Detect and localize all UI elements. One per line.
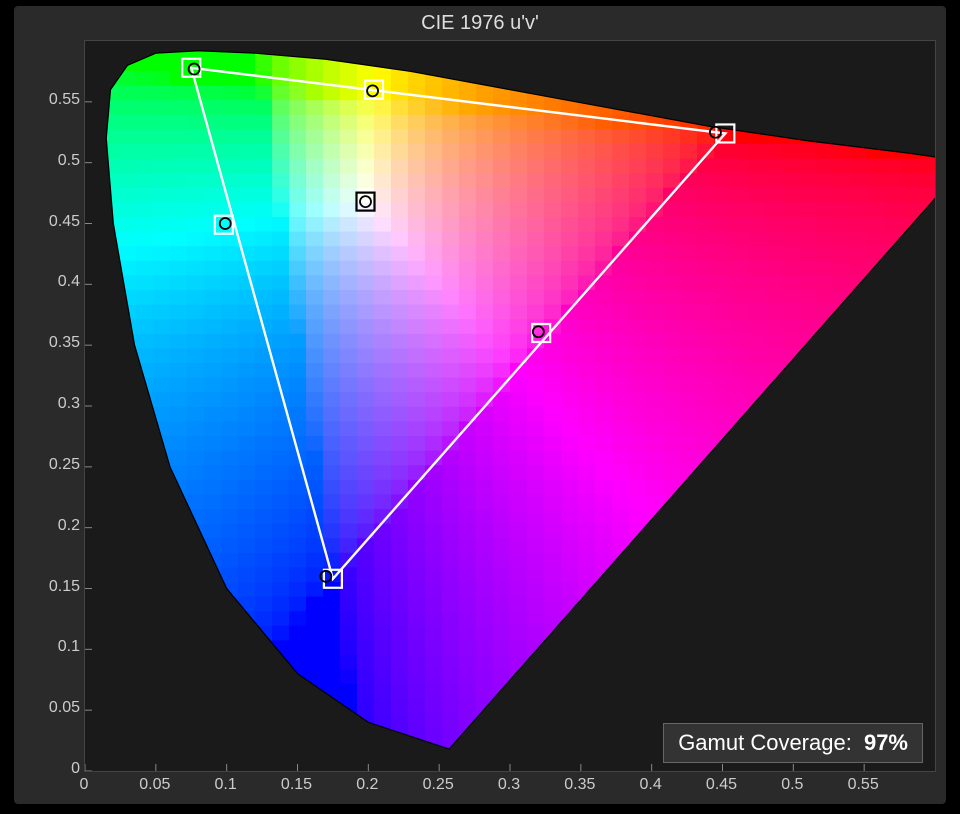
plot-area: Gamut Coverage: 97% xyxy=(84,40,936,772)
x-tick-label: 0.05 xyxy=(125,776,185,794)
spectral-locus-fill xyxy=(85,41,935,771)
y-tick-label: 0.15 xyxy=(30,578,80,596)
x-tick-label: 0.55 xyxy=(833,776,893,794)
y-tick-label: 0.3 xyxy=(30,395,80,413)
y-tick-label: 0.1 xyxy=(30,638,80,656)
y-tick-label: 0.4 xyxy=(30,273,80,291)
y-tick-label: 0.2 xyxy=(30,517,80,535)
gamut-coverage-value: 97% xyxy=(864,730,908,755)
y-tick-label: 0.05 xyxy=(30,699,80,717)
x-tick-label: 0.15 xyxy=(267,776,327,794)
gamut-coverage-label: Gamut Coverage: xyxy=(678,730,852,755)
x-tick-label: 0.3 xyxy=(479,776,539,794)
y-tick-label: 0.35 xyxy=(30,334,80,352)
x-tick-label: 0.2 xyxy=(337,776,397,794)
x-tick-label: 0.1 xyxy=(196,776,256,794)
y-tick-label: 0.25 xyxy=(30,456,80,474)
y-tick-label: 0.55 xyxy=(30,91,80,109)
y-tick-label: 0.5 xyxy=(30,152,80,170)
x-tick-label: 0.25 xyxy=(408,776,468,794)
chart-title: CIE 1976 u'v' xyxy=(14,12,946,35)
x-tick-label: 0.5 xyxy=(762,776,822,794)
panel: CIE 1976 u'v' Gamut Coverage: 97% 0 0.05 0… xyxy=(14,6,946,804)
x-tick-label: 0.4 xyxy=(621,776,681,794)
x-tick-label: 0.45 xyxy=(692,776,752,794)
gamut-coverage-box: Gamut Coverage: 97% xyxy=(663,723,923,763)
x-tick-label: 0 xyxy=(54,776,114,794)
app-container: CIE 1976 u'v' Gamut Coverage: 97% 0 0.05 0… xyxy=(0,0,960,814)
y-tick-label: 0.45 xyxy=(30,213,80,231)
x-tick-label: 0.35 xyxy=(550,776,610,794)
